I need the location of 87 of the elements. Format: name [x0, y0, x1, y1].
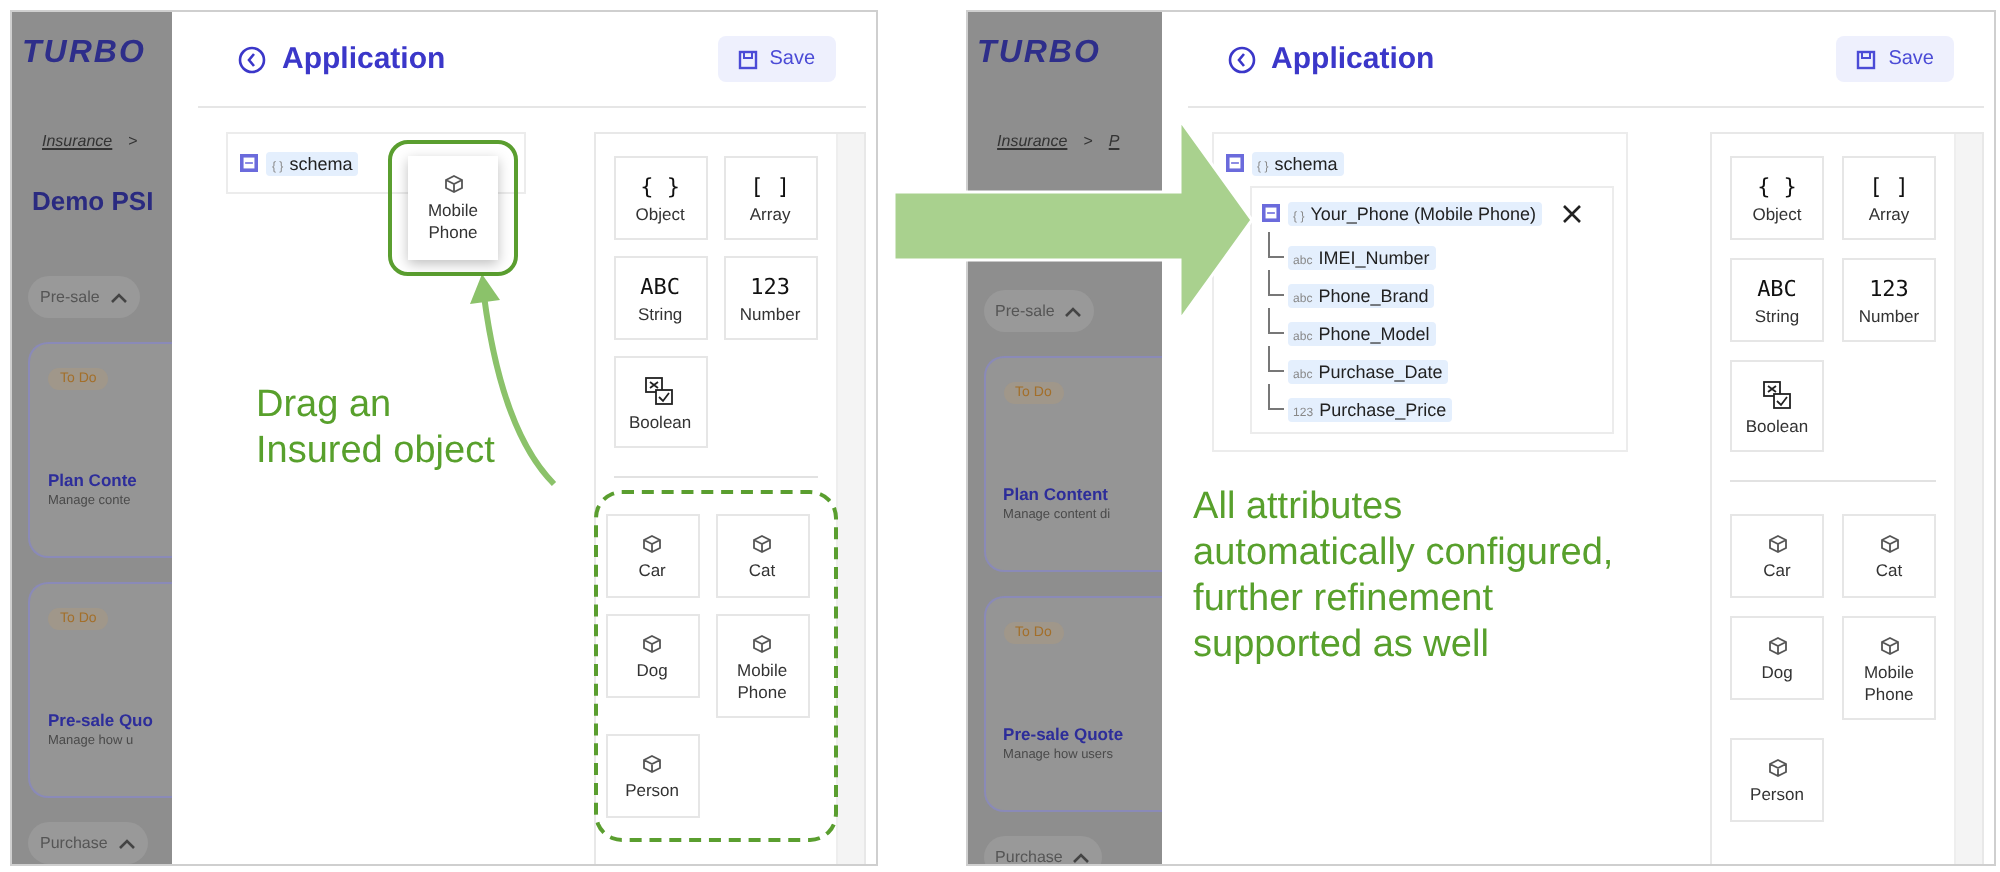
- item-label: Number: [1858, 306, 1920, 328]
- card-title: Pre-sale Quo: [48, 710, 153, 730]
- palette-item[interactable]: ABC String: [1730, 258, 1824, 342]
- item-label: Boolean: [1745, 416, 1809, 438]
- chevron-up-icon: [117, 837, 136, 849]
- chevron-up-icon: [1064, 305, 1083, 317]
- palette-item[interactable]: [ ] Array: [1842, 156, 1936, 240]
- palette-item[interactable]: Cat: [715, 514, 810, 598]
- collapse-icon[interactable]: [1225, 154, 1244, 172]
- drawer-title: Application: [1271, 42, 1437, 76]
- cube-icon: [1767, 636, 1787, 656]
- drawer-title: Application: [282, 42, 448, 76]
- item-label: String: [637, 304, 683, 326]
- item-label: Object: [1752, 204, 1802, 226]
- item-label: Mobile Phone: [1861, 662, 1917, 706]
- item-label: Cat: [748, 560, 776, 582]
- palette-item[interactable]: Cat: [1842, 514, 1936, 598]
- cube-icon: [752, 634, 773, 654]
- cube-icon: [642, 634, 663, 654]
- chevron-up-icon: [109, 291, 128, 303]
- breadcrumb-link[interactable]: Insurance: [997, 132, 1068, 150]
- card-title: Plan Content: [1003, 484, 1108, 504]
- breadcrumb-link[interactable]: P: [1108, 132, 1120, 150]
- cube-icon: [443, 173, 463, 193]
- dragged-item[interactable]: Mobile Phone: [408, 156, 498, 260]
- palette-item[interactable]: Mobile Phone: [715, 614, 810, 718]
- logo: TURBO: [22, 36, 146, 72]
- palette-item[interactable]: 123 Number: [1842, 258, 1936, 342]
- palette-item[interactable]: { } Object: [613, 156, 708, 240]
- logo: TURBO: [977, 36, 1101, 72]
- cube-icon: [1767, 534, 1787, 554]
- palette-item[interactable]: { } Object: [1730, 156, 1824, 240]
- card-title: Pre-sale Quote: [1003, 724, 1124, 744]
- palette-item[interactable]: Person: [605, 734, 700, 818]
- palette-item[interactable]: Car: [605, 514, 700, 598]
- back-icon[interactable]: [238, 45, 266, 73]
- palette-item[interactable]: Dog: [1730, 616, 1824, 700]
- cube-icon: [1879, 636, 1899, 656]
- item-label: Mobile Phone: [425, 199, 481, 243]
- card-title: Plan Conte: [48, 470, 137, 490]
- item-label: Object: [635, 204, 685, 226]
- item-label: Person: [625, 780, 680, 802]
- save-icon: [737, 49, 758, 69]
- item-label: Mobile Phone: [735, 660, 790, 704]
- item-label: Array: [1868, 204, 1910, 226]
- item-label: Dog: [1761, 662, 1793, 684]
- palette-item[interactable]: Person: [1730, 738, 1824, 822]
- breadcrumb-link[interactable]: Insurance: [42, 132, 113, 150]
- item-label: Car: [1763, 560, 1791, 582]
- checkbox-pair-icon: [1761, 380, 1793, 410]
- close-icon[interactable]: [1561, 203, 1582, 223]
- palette-item[interactable]: Boolean: [613, 356, 708, 448]
- save-button[interactable]: Save: [1836, 36, 1954, 82]
- collapse-icon[interactable]: [1261, 204, 1280, 222]
- cube-icon: [642, 754, 663, 774]
- palette-item[interactable]: Boolean: [1730, 360, 1824, 452]
- page-title: Demo PSI: [32, 186, 154, 216]
- cube-icon: [752, 534, 773, 554]
- palette-item[interactable]: Car: [1730, 514, 1824, 598]
- breadcrumb-separator: >: [128, 132, 138, 150]
- item-label: Array: [749, 204, 791, 226]
- item-label: Cat: [1875, 560, 1903, 582]
- annotation-text: All attributes automatically configured, further refinement supported as well: [1193, 484, 1614, 668]
- palette-item[interactable]: ABC String: [613, 256, 708, 340]
- collapse-icon[interactable]: [240, 154, 258, 172]
- palette-item[interactable]: 123 Number: [723, 256, 818, 340]
- item-label: Boolean: [628, 412, 692, 434]
- item-label: String: [1754, 306, 1800, 328]
- checkbox-pair-icon: [644, 376, 677, 406]
- chevron-up-icon: [1072, 851, 1091, 863]
- item-label: Car: [638, 560, 666, 582]
- cube-icon: [1879, 534, 1899, 554]
- item-label: Number: [739, 304, 801, 326]
- save-button[interactable]: Save: [717, 36, 836, 82]
- palette-item[interactable]: Dog: [605, 614, 700, 698]
- save-icon: [1856, 49, 1877, 69]
- breadcrumb-separator: >: [1083, 132, 1093, 150]
- cube-icon: [642, 534, 663, 554]
- annotation-text: Drag an Insured object: [256, 382, 495, 474]
- cube-icon: [1767, 758, 1787, 778]
- scrollbar[interactable]: [1956, 134, 1982, 864]
- item-label: Person: [1750, 784, 1804, 806]
- back-icon[interactable]: [1227, 45, 1256, 73]
- palette-item[interactable]: [ ] Array: [723, 156, 818, 240]
- item-label: Dog: [636, 660, 668, 682]
- scrollbar[interactable]: [837, 134, 864, 864]
- palette-item[interactable]: Mobile Phone: [1842, 616, 1936, 720]
